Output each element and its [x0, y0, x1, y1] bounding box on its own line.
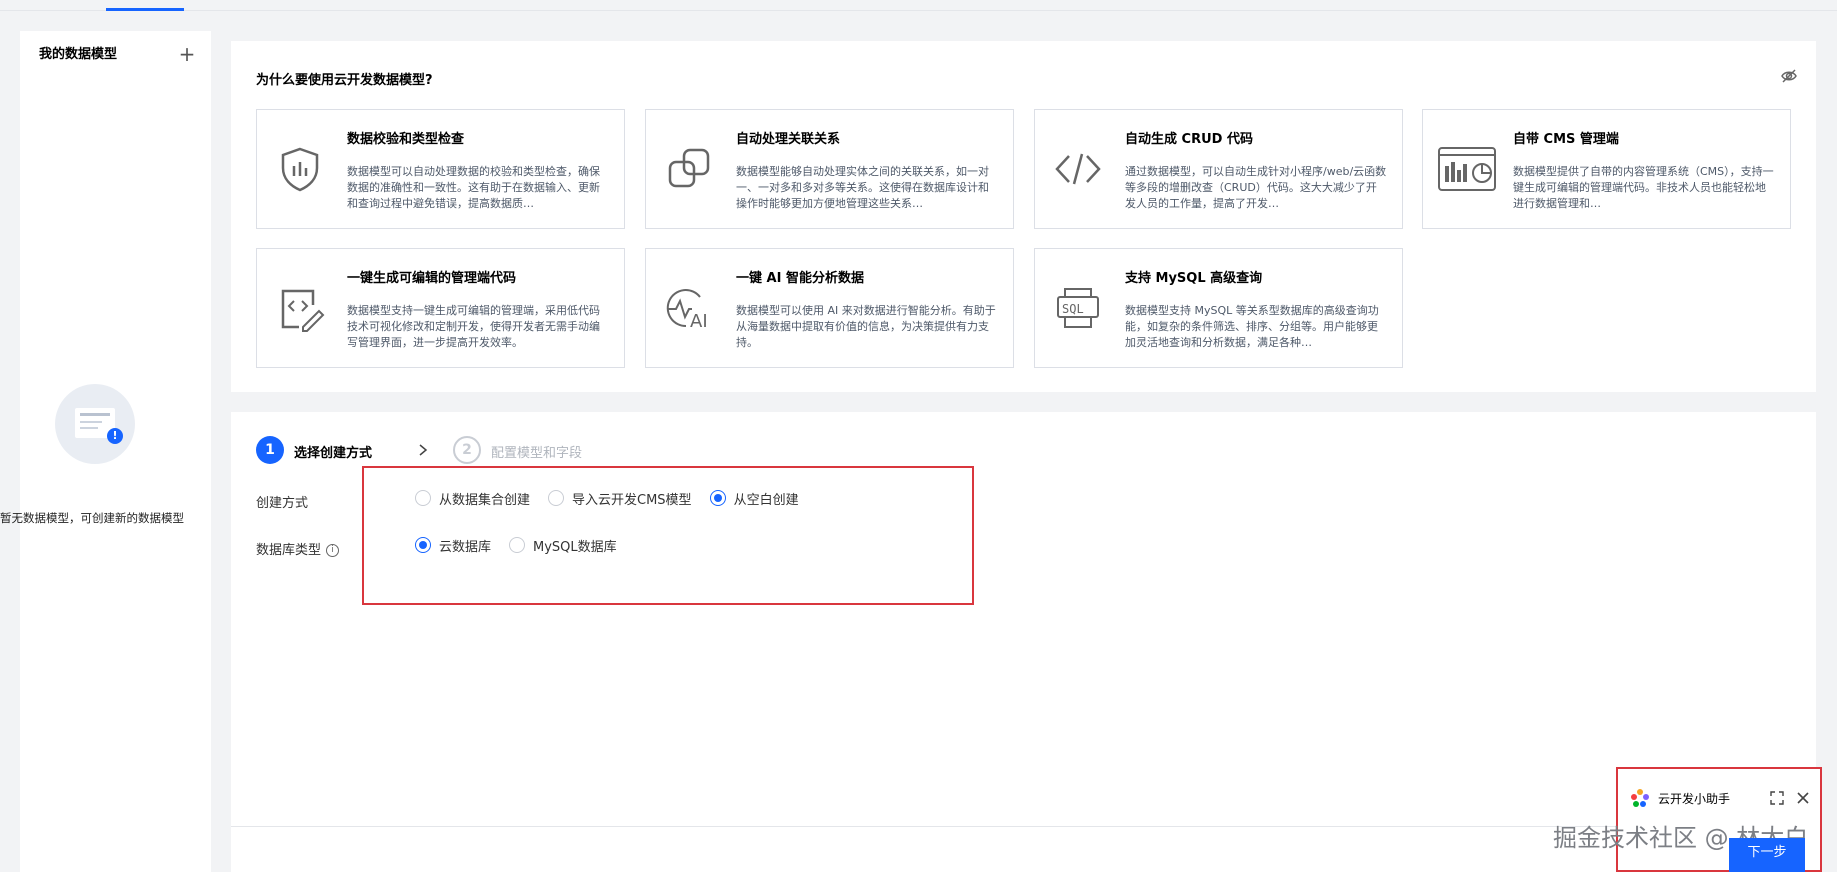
info-icon[interactable]: i [326, 544, 340, 557]
create-method-label: 创建方式 [256, 496, 309, 511]
feature-card: 一键生成可编辑的管理端代码 数据模型支持一键生成可编辑的管理端，采用低代码技术可… [256, 248, 625, 368]
ai-analysis-icon: AI [666, 289, 708, 332]
assistant-bar[interactable]: 云开发小助手 [1630, 785, 1810, 811]
card-title: 一键 AI 智能分析数据 [736, 271, 864, 286]
db-type-label-row: 数据库类型 i [256, 539, 340, 558]
card-description: 数据模型支持 MySQL 等关系型数据库的高级查询功能，如复杂的条件筛选、排序、… [1125, 304, 1379, 349]
card-title: 数据校验和类型检查 [347, 132, 465, 147]
next-step-button[interactable]: 下一步 [1729, 838, 1805, 872]
card-title: 自带 CMS 管理端 [1513, 132, 1619, 147]
svg-text:SQL: SQL [1062, 302, 1084, 316]
svg-text:AI: AI [690, 311, 708, 332]
panel-title: 为什么要使用云开发数据模型? [256, 73, 433, 88]
empty-state-text: 暂无数据模型，可创建新的数据模型 [0, 511, 184, 525]
fullscreen-icon[interactable] [1770, 791, 1784, 805]
card-description: 数据模型支持一键生成可编辑的管理端，采用低代码技术可视化修改和定制开发，使得开发… [347, 304, 600, 349]
sql-icon: SQL [1057, 288, 1099, 328]
why-data-model-panel: 为什么要使用云开发数据模型? 数据校验和类型检查 数据模型可以自动处理数据的校验… [231, 41, 1816, 392]
feature-card: 自动生成 CRUD 代码 通过数据模型，可以自动生成针对小程序/web/云函数等… [1034, 109, 1403, 229]
card-description: 数据模型能够自动处理实体之间的关联关系，如一对一、一对多和多对多等关系。这使得在… [736, 165, 989, 210]
shield-icon [281, 147, 319, 192]
eye-off-icon[interactable] [1780, 67, 1798, 85]
sidebar-header: 我的数据模型 + [39, 43, 197, 67]
link-copy-icon [668, 148, 710, 188]
step-2-label: 配置模型和字段 [491, 446, 583, 461]
active-tab-indicator [106, 8, 184, 11]
card-description: 通过数据模型，可以自动生成针对小程序/web/云函数等多段的增删改查（CRUD）… [1125, 165, 1387, 210]
empty-state-illustration: ! [55, 384, 135, 464]
feature-card: 自动处理关联关系 数据模型能够自动处理实体之间的关联关系，如一对一、一对多和多对… [645, 109, 1014, 229]
feature-card: 数据校验和类型检查 数据模型可以自动处理数据的校验和类型检查，确保数据的准确性和… [256, 109, 625, 229]
card-title: 自动处理关联关系 [736, 132, 841, 147]
assistant-title: 云开发小助手 [1658, 791, 1731, 806]
card-title: 自动生成 CRUD 代码 [1125, 132, 1253, 147]
add-model-button[interactable]: + [177, 44, 197, 65]
top-nav [0, 0, 1837, 11]
step-2-number: 2 [453, 436, 481, 464]
code-icon [1055, 153, 1101, 185]
edit-code-icon [281, 289, 325, 332]
step-1-number: 1 [256, 436, 284, 464]
alert-badge-icon: ! [107, 428, 123, 444]
annotation-highlight-box [362, 466, 974, 605]
sidebar-title: 我的数据模型 [39, 47, 118, 62]
feature-card: SQL 支持 MySQL 高级查询 数据模型支持 MySQL 等关系型数据库的高… [1034, 248, 1403, 368]
db-type-label: 数据库类型 [256, 543, 322, 558]
chevron-right-icon [419, 444, 428, 456]
dashboard-icon [1438, 147, 1496, 191]
card-title: 一键生成可编辑的管理端代码 [347, 271, 517, 286]
feature-card: 自带 CMS 管理端 数据模型提供了自带的内容管理系统（CMS），支持一键生成可… [1422, 109, 1791, 229]
card-description: 数据模型可以自动处理数据的校验和类型检查，确保数据的准确性和一致性。这有助于在数… [347, 165, 600, 210]
card-title: 支持 MySQL 高级查询 [1125, 271, 1263, 286]
close-icon[interactable] [1796, 791, 1810, 805]
card-description: 数据模型提供了自带的内容管理系统（CMS），支持一键生成可编辑的管理端代码。非技… [1513, 165, 1774, 210]
card-description: 数据模型可以使用 AI 来对数据进行智能分析。有助于从海量数据中提取有价值的信息… [736, 304, 996, 349]
assistant-logo-icon [1631, 789, 1649, 807]
step-1-label: 选择创建方式 [294, 446, 373, 461]
feature-card: AI 一键 AI 智能分析数据 数据模型可以使用 AI 来对数据进行智能分析。有… [645, 248, 1014, 368]
